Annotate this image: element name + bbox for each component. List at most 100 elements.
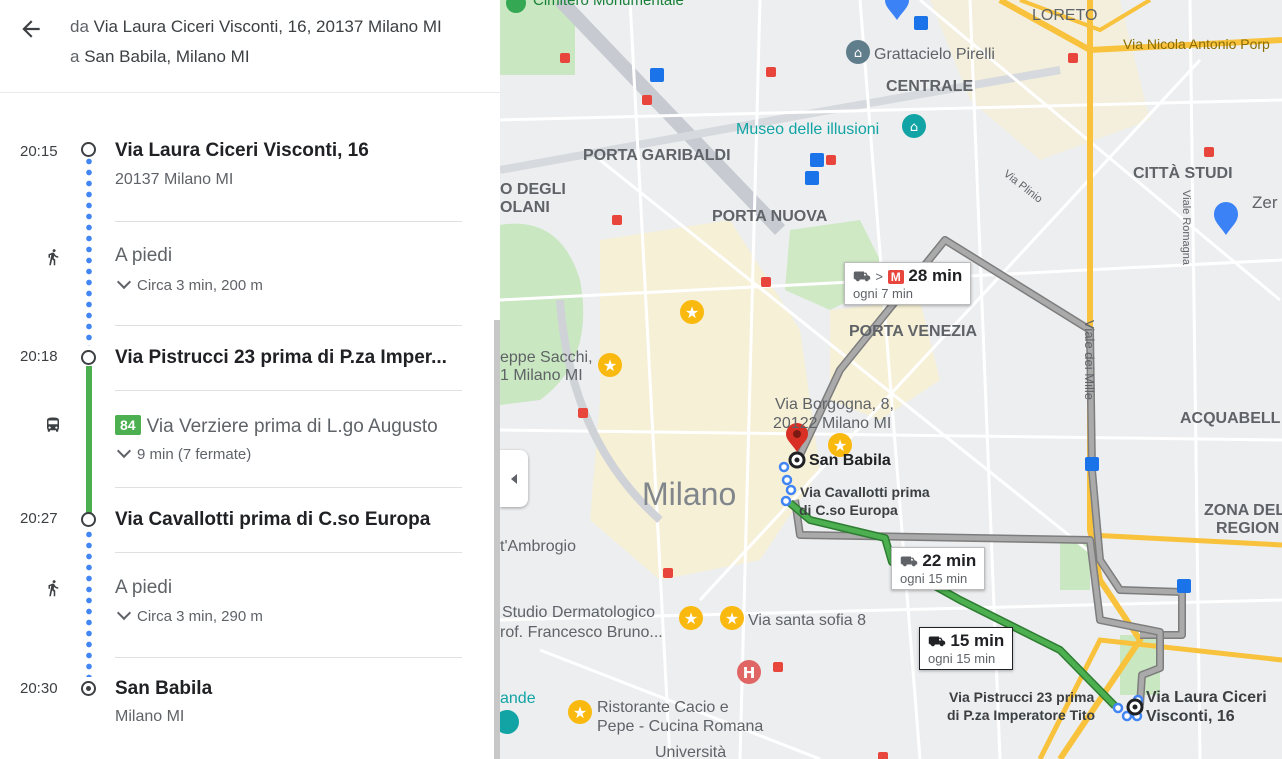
route-frequency: ogni 15 min (900, 571, 968, 586)
star-icon[interactable]: ★ (598, 353, 622, 377)
walk-details-toggle[interactable]: Circa 3 min, 200 m (115, 274, 263, 294)
area-label: PORTA GARIBALDI (583, 147, 731, 164)
walk-dotted-line (85, 529, 93, 677)
route-header: da Via Laura Ciceri Visconti, 16, 20137 … (0, 0, 500, 93)
stop-subtitle: 20137 Milano MI (115, 171, 234, 188)
route-option-box[interactable]: ⛟ 22 min ogni 15 min (891, 547, 986, 590)
bus-line-badge: 84 (115, 415, 141, 435)
stop-time: 20:27 (20, 510, 58, 527)
divider (115, 325, 462, 326)
route-time: 22 min (922, 551, 977, 570)
chevron-down-icon (116, 274, 132, 290)
destination-text[interactable]: a San Babila, Milano MI (70, 47, 250, 67)
street-label: Via Nicola Antonio Porp (1123, 36, 1270, 52)
stop-name[interactable]: Via Laura Ciceri Visconti, 16 (115, 140, 369, 162)
route-time: 28 min (908, 266, 963, 285)
bus-icon: ⛟ (853, 268, 871, 284)
walk-details-toggle[interactable]: Circa 3 min, 290 m (115, 605, 263, 625)
area-label: ACQUABELL (1180, 410, 1281, 427)
area-label: ZONA DEL (1204, 502, 1282, 519)
stop-circle-icon (81, 350, 96, 365)
stop-name[interactable]: Via Pistrucci 23 prima di P.za Imper... (115, 347, 447, 369)
origin-text[interactable]: da Via Laura Ciceri Visconti, 16, 20137 … (70, 17, 442, 37)
route-time: 15 min (950, 631, 1005, 650)
city-label: Milano (642, 476, 736, 512)
divider (115, 552, 462, 553)
bus-route-line (86, 366, 92, 514)
poi-label: Grattacielo Pirelli (874, 46, 995, 63)
bus-leg-title: 84 Via Verziere prima di L.go Augusto (115, 415, 438, 438)
bus-icon: ⛟ (928, 633, 946, 649)
chevron-right-icon: > (875, 269, 883, 284)
route-frequency: ogni 15 min (928, 651, 996, 666)
chevron-down-icon (116, 605, 132, 621)
stop-name[interactable]: Via Cavallotti prima di C.so Europa (115, 509, 430, 531)
origin-marker-dot (1132, 704, 1138, 710)
star-icon[interactable]: ★ (680, 300, 704, 324)
stop-time: 20:18 (20, 348, 58, 365)
divider (115, 657, 462, 658)
map-view[interactable]: ★ ★ ★ ★ ★ ★ H ⌂ ⌂ Cimitero Monumentale L… (500, 0, 1282, 759)
poi-label: Zer (1252, 193, 1278, 212)
hospital-icon[interactable]: H (737, 660, 761, 684)
walk-title: A piedi (115, 245, 173, 266)
metro-icon: M (887, 270, 904, 284)
star-icon[interactable]: ★ (679, 606, 703, 630)
area-label: PORTA VENEZIA (849, 323, 977, 340)
bus-icon (47, 417, 59, 432)
stop-subtitle: Milano MI (115, 708, 185, 725)
area-label: CITTÀ STUDI (1133, 163, 1233, 182)
poi-label: Ristorante Cacio e (597, 699, 729, 716)
street-label: Viale dei Mille (1082, 320, 1097, 400)
divider (115, 487, 462, 488)
area-label: LORETO (1032, 7, 1098, 24)
poi-label: Università (655, 744, 726, 759)
origin-label: Via Laura Ciceri (1146, 689, 1267, 706)
landmark-icon[interactable]: ⌂ (846, 40, 870, 64)
area-label: CENTRALE (886, 78, 973, 95)
arrow-left-icon[interactable] (18, 16, 44, 42)
star-icon[interactable]: ★ (720, 606, 744, 630)
svg-text:★: ★ (684, 609, 698, 628)
bus-detail: 9 min (7 fermate) (137, 446, 252, 463)
museum-icon[interactable]: ⌂ (902, 114, 926, 138)
svg-text:⌂: ⌂ (854, 46, 862, 61)
stop-time: 20:15 (20, 143, 58, 160)
route-option-box[interactable]: ⛟ > M 28 min ogni 7 min (844, 262, 972, 305)
from-address: Via Laura Ciceri Visconti, 16, 20137 Mil… (93, 17, 442, 36)
directions-panel: da Via Laura Ciceri Visconti, 16, 20137 … (0, 0, 500, 759)
poi-label: eppe Sacchi, (500, 349, 593, 366)
walk-icon (48, 249, 59, 266)
bus-details-toggle[interactable]: 9 min (7 fermate) (115, 443, 252, 463)
stop-circle-icon (81, 512, 96, 527)
svg-text:★: ★ (603, 356, 617, 375)
poi-label: t'Ambrogio (500, 538, 576, 555)
poi-label: rof. Francesco Bruno... (500, 624, 663, 641)
walk-dotted-line (85, 156, 93, 346)
route-frequency: ogni 7 min (853, 286, 913, 301)
destination-circle-icon (81, 681, 96, 696)
svg-text:H: H (743, 664, 756, 682)
selected-route-box[interactable]: ⛟ 15 min ogni 15 min (919, 627, 1014, 670)
map-canvas[interactable]: ★ ★ ★ ★ ★ ★ H ⌂ ⌂ Cimitero Monumentale L… (500, 0, 1282, 759)
to-prefix: a (70, 47, 80, 66)
divider (115, 390, 462, 391)
poi-label: Via santa sofia 8 (748, 612, 866, 629)
destination-label: San Babila (809, 452, 891, 469)
walk-title: A piedi (115, 577, 173, 598)
area-label: PORTA NUOVA (712, 208, 828, 225)
collapse-panel-button[interactable] (500, 450, 528, 507)
stop-name[interactable]: San Babila (115, 678, 212, 700)
destination-marker-dot (794, 457, 800, 463)
stop-time: 20:30 (20, 680, 58, 697)
poi-label: Via Borgogna, 8, (775, 396, 894, 413)
chevron-down-icon (116, 443, 132, 459)
origin-label: Visconti, 16 (1146, 708, 1235, 725)
poi-label: ande (500, 690, 536, 707)
area-label: O DEGLI (500, 181, 566, 198)
stop-label: Via Pistrucci 23 prima (949, 689, 1094, 705)
stop-label: Via Cavallotti prima (800, 484, 930, 500)
star-icon[interactable]: ★ (568, 700, 592, 724)
svg-text:★: ★ (685, 303, 699, 322)
walk-icon (48, 580, 59, 597)
